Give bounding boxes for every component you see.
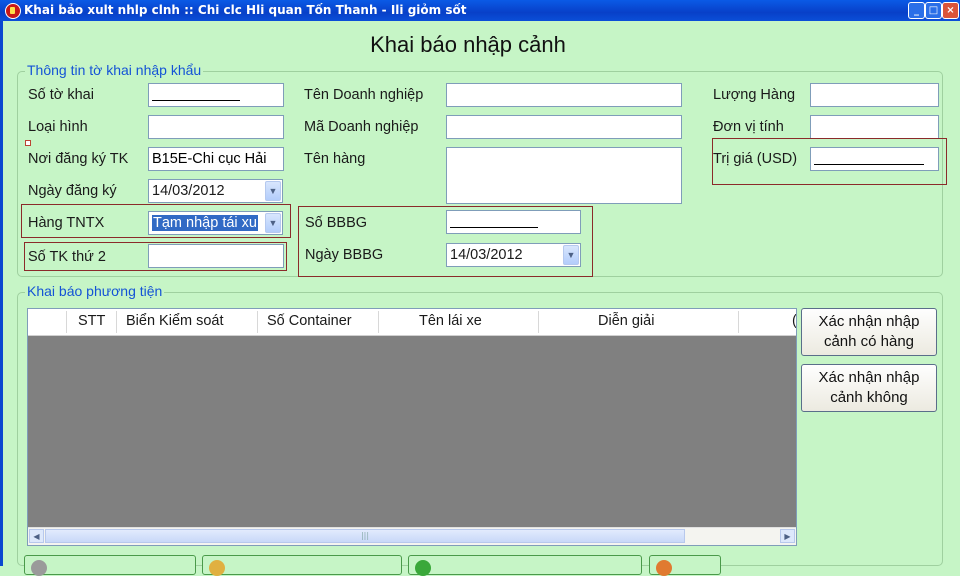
- so-to-khai-label: Số tờ khai: [28, 87, 94, 103]
- ten-dn-input[interactable]: [446, 83, 682, 107]
- bottom-action-button-4[interactable]: [649, 555, 721, 576]
- vehicle-legend: Khai báo phương tiện: [25, 283, 165, 299]
- close-button[interactable]: ×: [942, 2, 959, 19]
- form-title: Khai báo nhập cảnh: [370, 32, 566, 57]
- chevron-down-icon[interactable]: ▼: [265, 213, 281, 233]
- hang-tntx-label: Hàng TNTX: [28, 215, 105, 231]
- window-titlebar: Khai bảo xult nhlp clnh :: Chi clc Hli q…: [0, 0, 960, 21]
- hang-tntx-selected-value: Tạm nhập tái xu: [152, 215, 258, 231]
- ngay-dang-ky-value: 14/03/2012: [152, 183, 225, 199]
- hang-tntx-select[interactable]: Tạm nhập tái xu ▼: [148, 211, 283, 235]
- don-vi-tinh-label: Đơn vị tính: [713, 119, 784, 135]
- col-so-container[interactable]: Số Container: [267, 313, 352, 329]
- so-to-khai-input[interactable]: [148, 83, 284, 107]
- ma-dn-label: Mã Doanh nghiệp: [304, 119, 419, 135]
- import-info-legend: Thông tin tờ khai nhập khẩu: [25, 62, 204, 78]
- chevron-down-icon[interactable]: ▼: [265, 181, 281, 201]
- luong-hang-input[interactable]: [810, 83, 939, 107]
- edit-icon: [209, 560, 225, 576]
- column-separator: [738, 311, 739, 333]
- ngay-bbbg-datepicker[interactable]: 14/03/2012 ▼: [446, 243, 581, 267]
- column-separator: [257, 311, 258, 333]
- grid-header: STT Biển Kiểm soát Số Container Tên lái …: [28, 309, 796, 336]
- ok-icon: [415, 560, 431, 576]
- confirm-entry-with-goods-button[interactable]: Xác nhận nhập cảnh có hàng: [801, 308, 937, 356]
- maximize-button[interactable]: □: [925, 2, 942, 19]
- column-separator: [116, 311, 117, 333]
- confirm-entry-empty-button[interactable]: Xác nhận nhập cảnh không: [801, 364, 937, 412]
- column-separator: [538, 311, 539, 333]
- ngay-dang-ky-datepicker[interactable]: 14/03/2012 ▼: [148, 179, 283, 203]
- loai-hinh-input[interactable]: [148, 115, 284, 139]
- column-separator: [66, 311, 67, 333]
- ngay-bbbg-value: 14/03/2012: [450, 247, 523, 263]
- col-dien-giai[interactable]: Diễn giải: [598, 313, 654, 329]
- ngay-bbbg-label: Ngày BBBG: [305, 247, 384, 263]
- scroll-left-icon[interactable]: ◀: [29, 529, 44, 543]
- ten-hang-label: Tên hàng: [304, 151, 366, 167]
- minimize-button[interactable]: _: [908, 2, 925, 19]
- window-title: Khai bảo xult nhlp clnh :: Chi clc Hli q…: [24, 3, 467, 17]
- so-tk-thu-2-label: Số TK thứ 2: [28, 249, 106, 265]
- loai-hinh-label: Loại hình: [28, 119, 88, 135]
- ten-dn-label: Tên Doanh nghiệp: [304, 87, 424, 103]
- tri-gia-input[interactable]: [810, 147, 939, 171]
- luong-hang-label: Lượng Hàng: [713, 87, 796, 103]
- vehicle-grid[interactable]: STT Biển Kiểm soát Số Container Tên lái …: [27, 308, 797, 546]
- app-icon: [5, 3, 21, 19]
- ngay-dang-ky-label: Ngày đăng ký: [28, 183, 117, 199]
- noi-dang-ky-label: Nơi đăng ký TK: [28, 151, 129, 167]
- noi-dang-ky-input[interactable]: B15E-Chi cục Hải: [148, 147, 284, 171]
- bottom-action-button-3[interactable]: [408, 555, 642, 576]
- don-vi-tinh-input[interactable]: [810, 115, 939, 139]
- column-separator: [378, 311, 379, 333]
- bottom-action-button-1[interactable]: [24, 555, 196, 576]
- so-bbbg-input[interactable]: [446, 210, 581, 234]
- ten-hang-textarea[interactable]: [446, 147, 682, 204]
- bottom-action-button-2[interactable]: [202, 555, 402, 576]
- action-icon: [31, 560, 47, 576]
- delete-icon: [656, 560, 672, 576]
- scroll-right-icon[interactable]: ▶: [780, 529, 795, 543]
- scroll-thumb[interactable]: |||: [45, 529, 685, 543]
- tri-gia-label: Trị giá (USD): [713, 151, 798, 167]
- marker: [25, 140, 31, 146]
- so-bbbg-label: Số BBBG: [305, 215, 368, 231]
- ma-dn-input[interactable]: [446, 115, 682, 139]
- col-stt[interactable]: STT: [78, 313, 105, 329]
- col-truncated[interactable]: (: [792, 313, 796, 329]
- col-bien-kiem-soat[interactable]: Biển Kiểm soát: [126, 313, 224, 329]
- so-tk-thu-2-input[interactable]: [148, 244, 284, 268]
- chevron-down-icon[interactable]: ▼: [563, 245, 579, 265]
- horizontal-scrollbar[interactable]: ◀ ||| ▶: [28, 527, 796, 545]
- col-ten-lai-xe[interactable]: Tên lái xe: [419, 313, 482, 329]
